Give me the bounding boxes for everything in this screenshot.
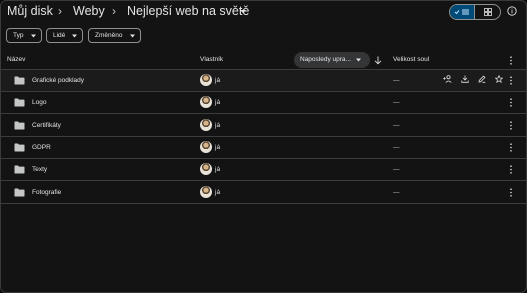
file-size: —: [393, 166, 400, 174]
chevron-down-icon: [130, 34, 135, 38]
sort-direction-icon[interactable]: [374, 56, 382, 65]
more-vert-icon[interactable]: [508, 98, 514, 107]
item-name: GDPR: [32, 143, 51, 151]
owner-name: já: [215, 143, 221, 151]
folder-icon: [14, 143, 25, 152]
filter-type-chip[interactable]: Typ: [6, 28, 42, 43]
item-name: Texty: [32, 166, 48, 174]
column-name[interactable]: Název: [7, 56, 25, 63]
star-button[interactable]: [490, 75, 507, 83]
breadcrumb-parent[interactable]: Weby: [73, 4, 105, 18]
share-button[interactable]: [439, 75, 456, 83]
avatar: [200, 118, 212, 131]
filter-people-label: Lidé: [53, 32, 66, 39]
owner-name: já: [215, 188, 221, 196]
grid-view-button[interactable]: [475, 5, 500, 19]
table-row[interactable]: Certifikáty já —: [1, 115, 526, 137]
column-size[interactable]: Velikost soul: [393, 56, 429, 63]
chevron-down-icon[interactable]: [238, 6, 248, 16]
chevron-down-icon: [72, 34, 77, 38]
owner-name: já: [215, 121, 221, 129]
item-name: Grafické podklady: [32, 77, 85, 84]
item-name: Logo: [32, 99, 47, 107]
sort-modified-button[interactable]: Naposledy upra...: [294, 52, 370, 68]
avatar: [200, 140, 212, 153]
grid-view-icon: [483, 8, 492, 16]
owner-name: já: [215, 77, 221, 84]
table-row[interactable]: Texty já —: [1, 159, 526, 182]
chevron-down-icon: [356, 58, 361, 62]
row-actions: [439, 75, 507, 83]
table-row[interactable]: Fotografie já —: [1, 182, 526, 204]
owner-name: já: [215, 166, 221, 174]
table-row[interactable]: GDPR já —: [1, 137, 526, 159]
breadcrumb-separator-icon: ›: [58, 4, 62, 18]
avatar: [200, 185, 212, 198]
owner-name: já: [215, 99, 221, 107]
breadcrumb-root[interactable]: Můj disk: [7, 4, 53, 18]
list-view-button[interactable]: [450, 5, 476, 19]
avatar: [200, 74, 212, 86]
more-vert-icon[interactable]: [508, 56, 514, 65]
view-toggle: [449, 4, 501, 20]
file-size: —: [393, 121, 400, 129]
filter-type-label: Typ: [13, 32, 24, 39]
file-size: —: [393, 99, 400, 107]
drive-window: Můj disk › Weby › Nejlepší web na světě: [0, 0, 527, 293]
rename-button[interactable]: [473, 75, 490, 83]
chevron-down-icon: [31, 34, 36, 38]
file-size: —: [393, 143, 400, 151]
folder-icon: [14, 121, 25, 130]
info-icon: [507, 6, 517, 16]
more-vert-icon[interactable]: [508, 76, 514, 85]
star-icon: [494, 75, 503, 83]
item-name: Fotografie: [32, 188, 62, 196]
filter-modified-label: Změněno: [95, 32, 123, 39]
download-icon: [460, 75, 469, 83]
add-person-icon: [443, 75, 452, 83]
avatar: [200, 96, 212, 109]
download-button[interactable]: [456, 75, 473, 83]
info-button[interactable]: [506, 5, 518, 17]
breadcrumb-current[interactable]: Nejlepší web na světě: [127, 4, 249, 18]
folder-icon: [14, 165, 25, 174]
file-size: —: [393, 188, 400, 196]
avatar: [200, 163, 212, 176]
column-owner[interactable]: Vlastník: [200, 56, 223, 63]
folder-icon: [14, 76, 25, 85]
filter-modified-chip[interactable]: Změněno: [88, 28, 141, 43]
header: Můj disk › Weby › Nejlepší web na světě: [1, 1, 526, 25]
item-name: Certifikáty: [32, 121, 61, 129]
more-vert-icon[interactable]: [508, 187, 514, 197]
filter-people-chip[interactable]: Lidé: [46, 28, 83, 43]
table-row[interactable]: Grafické podklady já —: [1, 70, 526, 92]
file-size: —: [393, 77, 400, 84]
more-vert-icon[interactable]: [508, 120, 514, 130]
column-header: Název Vlastník Velikost soul: [1, 51, 526, 70]
breadcrumb-separator-icon: ›: [112, 4, 116, 18]
folder-icon: [14, 98, 25, 107]
edit-icon: [478, 75, 485, 83]
column-modified: Naposledy upra...: [300, 56, 351, 63]
folder-icon: [14, 188, 25, 196]
more-vert-icon[interactable]: [508, 143, 514, 152]
list-view-icon: [454, 9, 469, 15]
table-row[interactable]: Logo já —: [1, 92, 526, 115]
more-vert-icon[interactable]: [508, 165, 514, 174]
